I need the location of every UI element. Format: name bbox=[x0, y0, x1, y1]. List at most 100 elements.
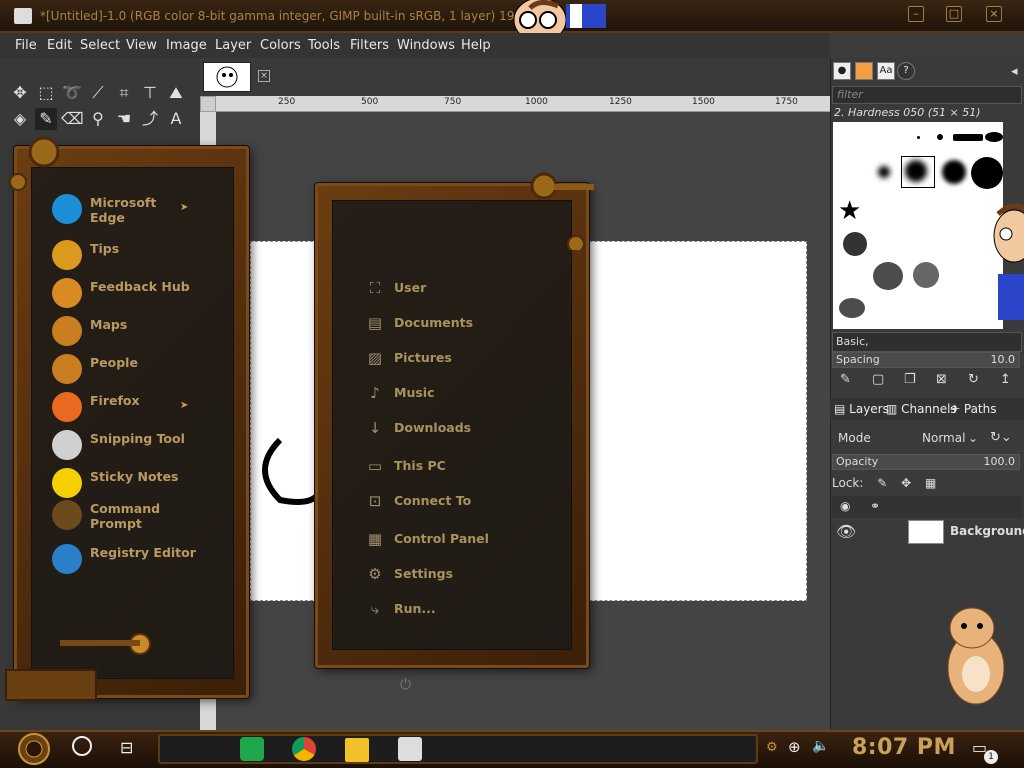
brush-preset[interactable]: ★ bbox=[838, 196, 861, 226]
patterns-tab-icon[interactable] bbox=[855, 62, 873, 80]
close-tab-icon[interactable]: × bbox=[258, 70, 270, 82]
start-place-item[interactable]: ♪ Music bbox=[366, 382, 526, 406]
task-view-icon[interactable]: ⊟ bbox=[120, 738, 133, 757]
fuzzy-select-tool-icon[interactable]: ⟋ bbox=[87, 82, 109, 104]
start-place-item[interactable]: ▭ This PC bbox=[366, 455, 526, 479]
brush-preset[interactable] bbox=[839, 298, 865, 318]
brush-preset[interactable] bbox=[878, 166, 890, 178]
maximize-button[interactable]: □ bbox=[946, 6, 962, 22]
brush-preset[interactable] bbox=[985, 132, 1003, 142]
brush-preset[interactable] bbox=[843, 232, 867, 256]
menu-view[interactable]: View bbox=[126, 38, 157, 53]
open-brush-icon[interactable]: ↥ bbox=[1000, 372, 1011, 387]
warp-tool-icon[interactable]: ⛰ bbox=[165, 82, 187, 104]
menu-windows[interactable]: Windows bbox=[397, 38, 455, 53]
smudge-tool-icon[interactable]: ☚ bbox=[113, 108, 135, 130]
rect-select-tool-icon[interactable]: ⬚ bbox=[35, 82, 57, 104]
brush-grid[interactable]: ★ bbox=[833, 122, 1003, 329]
start-place-item[interactable]: ⊡ Connect To bbox=[366, 490, 526, 514]
close-button[interactable]: × bbox=[986, 6, 1002, 22]
start-place-item[interactable]: ▦ Control Panel bbox=[366, 528, 526, 552]
opacity-slider[interactable]: Opacity 100.0 bbox=[832, 454, 1020, 470]
fonts-tab-icon[interactable]: Aa bbox=[877, 62, 895, 80]
tab-channels[interactable]: ▥ Channels bbox=[886, 402, 957, 416]
start-place-item[interactable]: ▤ Documents bbox=[366, 312, 526, 336]
brush-preset[interactable] bbox=[913, 262, 939, 288]
menu-help[interactable]: Help bbox=[461, 38, 491, 53]
start-app-item[interactable]: Feedback Hub bbox=[52, 276, 222, 310]
start-button[interactable] bbox=[12, 731, 56, 767]
brush-preset[interactable] bbox=[873, 262, 903, 290]
menu-tools[interactable]: Tools bbox=[308, 38, 340, 53]
sheets-icon[interactable] bbox=[240, 737, 264, 761]
start-app-item[interactable]: Snipping Tool bbox=[52, 428, 222, 462]
start-place-item[interactable]: ▨ Pictures bbox=[366, 347, 526, 371]
network-icon[interactable]: ⊕ bbox=[788, 738, 801, 756]
mode-select[interactable]: Normal bbox=[922, 431, 965, 445]
edit-brush-icon[interactable]: ✎ bbox=[840, 372, 851, 387]
start-app-item[interactable]: People bbox=[52, 352, 222, 386]
brush-preset-select[interactable]: Basic, bbox=[832, 332, 1022, 352]
start-place-item[interactable]: ⛶ User bbox=[366, 277, 526, 301]
eye-icon[interactable]: ◉ bbox=[840, 499, 850, 513]
minimize-button[interactable]: – bbox=[908, 6, 924, 22]
refresh-brushes-icon[interactable]: ↻ bbox=[968, 372, 979, 387]
brush-preset[interactable] bbox=[942, 160, 966, 184]
menu-select[interactable]: Select bbox=[80, 38, 120, 53]
start-app-item[interactable]: Maps bbox=[52, 314, 222, 348]
submenu-arrow-icon[interactable]: ➤ bbox=[180, 400, 188, 411]
menu-colors[interactable]: Colors bbox=[260, 38, 301, 53]
panel-menu-icon[interactable]: ◂ bbox=[1011, 64, 1018, 79]
menu-filters[interactable]: Filters bbox=[350, 38, 389, 53]
visibility-eye-icon[interactable]: 👁 bbox=[836, 522, 856, 541]
brush-preset[interactable] bbox=[917, 136, 920, 139]
lock-position-icon[interactable]: ✥ bbox=[901, 476, 911, 490]
ruler-corner[interactable] bbox=[200, 96, 216, 112]
volume-muted-icon[interactable]: 🔈 bbox=[812, 738, 829, 754]
help-tab-icon[interactable]: ? bbox=[897, 62, 915, 80]
horizontal-ruler[interactable]: 250 500 750 1000 1250 1500 1750 bbox=[216, 96, 830, 112]
tab-layers[interactable]: ▤ Layers bbox=[834, 402, 889, 416]
reset-mode-icon[interactable]: ↻⌄ bbox=[990, 430, 1012, 445]
brushes-tab-icon[interactable]: ● bbox=[833, 62, 851, 80]
clock[interactable]: 8:07 PM bbox=[852, 735, 956, 760]
new-brush-icon[interactable]: ▢ bbox=[872, 372, 884, 387]
paths-tool-icon[interactable]: ⤴ bbox=[139, 108, 161, 130]
power-icon[interactable]: ⏻ bbox=[400, 677, 411, 693]
menu-layer[interactable]: Layer bbox=[215, 38, 251, 53]
start-place-item[interactable]: ↓ Downloads bbox=[366, 417, 526, 441]
file-explorer-icon[interactable] bbox=[345, 738, 369, 762]
chain-icon[interactable]: ⚭ bbox=[870, 499, 880, 513]
brush-preset[interactable] bbox=[953, 134, 983, 141]
start-app-item[interactable]: Command Prompt bbox=[52, 498, 222, 532]
lock-pixels-icon[interactable]: ✎ bbox=[877, 476, 887, 490]
lock-alpha-icon[interactable]: ▦ bbox=[925, 476, 936, 490]
menu-image[interactable]: Image bbox=[166, 38, 207, 53]
show-hidden-icons[interactable]: ⚙ bbox=[766, 740, 778, 755]
start-app-item[interactable]: Sticky Notes bbox=[52, 466, 222, 500]
duplicate-brush-icon[interactable]: ❐ bbox=[904, 372, 916, 387]
gimp-taskbar-icon[interactable] bbox=[398, 737, 422, 761]
spacing-slider[interactable]: Spacing 10.0 bbox=[832, 352, 1020, 368]
lasso-tool-icon[interactable]: ➰ bbox=[61, 82, 83, 104]
chrome-icon[interactable] bbox=[292, 737, 316, 761]
menu-file[interactable]: File bbox=[15, 38, 37, 53]
start-app-item[interactable]: Firefox ➤ bbox=[52, 390, 222, 424]
submenu-arrow-icon[interactable]: ➤ bbox=[180, 202, 188, 213]
tab-paths[interactable]: ✈ Paths bbox=[950, 402, 997, 416]
crop-tool-icon[interactable]: ⌗ bbox=[113, 82, 135, 104]
transform-tool-icon[interactable]: ⊤ bbox=[139, 82, 161, 104]
brush-preset[interactable] bbox=[971, 157, 1003, 189]
search-icon[interactable] bbox=[72, 736, 92, 756]
move-tool-icon[interactable]: ✥ bbox=[9, 82, 31, 104]
image-tab-thumbnail[interactable] bbox=[203, 62, 251, 92]
brush-filter-input[interactable]: filter bbox=[832, 86, 1022, 104]
start-app-item[interactable]: Microsoft Edge ➤ bbox=[52, 192, 222, 226]
text-tool-icon[interactable]: A bbox=[165, 108, 187, 130]
chevron-down-icon[interactable]: ⌄ bbox=[968, 431, 978, 445]
start-app-item[interactable]: Registry Editor bbox=[52, 542, 222, 576]
start-app-item[interactable]: Tips bbox=[52, 238, 222, 272]
start-place-item[interactable]: ⤷ Run... bbox=[366, 598, 526, 622]
brush-preset[interactable] bbox=[937, 134, 943, 140]
menu-edit[interactable]: Edit bbox=[47, 38, 72, 53]
